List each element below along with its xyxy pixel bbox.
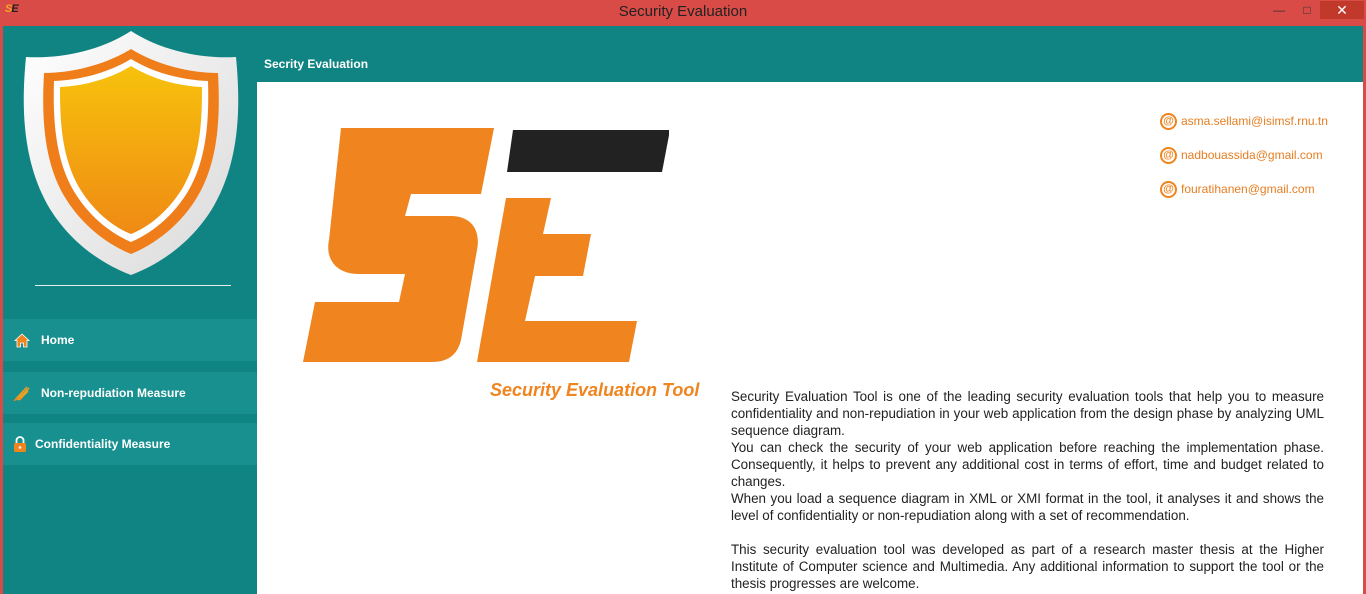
minimize-icon: — [1273,3,1285,17]
contact-email-list: @ asma.sellami@isimsf.rnu.tn @ nadbouass… [1160,104,1328,206]
main-frame: Home Non-repudiation Measure Confidentia… [3,26,1363,594]
email-address: nadbouassida@gmail.com [1181,148,1323,162]
maximize-button[interactable]: □ [1294,0,1320,20]
close-icon: ✕ [1320,1,1364,19]
header-bar: Secrity Evaluation [257,26,1363,82]
window-titlebar[interactable]: SE Security Evaluation — □ ✕ [0,0,1366,24]
page-title: Secrity Evaluation [264,57,369,71]
window-title: Security Evaluation [618,3,748,20]
email-link[interactable]: @ asma.sellami@isimsf.rnu.tn [1160,104,1328,138]
email-link[interactable]: @ nadbouassida@gmail.com [1160,138,1328,172]
sidebar-item-home[interactable]: Home [3,319,257,361]
sidebar-item-label: Home [41,333,75,347]
email-address: asma.sellami@isimsf.rnu.tn [1181,114,1328,128]
main-content: Security Evaluation Tool @ asma.sellami@… [257,82,1363,594]
sidebar-item-label: Non-repudiation Measure [41,386,186,400]
se-logo [301,126,670,366]
sidebar: Home Non-repudiation Measure Confidentia… [3,26,257,594]
email-link[interactable]: @ fouratihanen@gmail.com [1160,172,1328,206]
sidebar-divider [35,285,231,286]
at-sign-icon: @ [1160,180,1177,198]
shield-logo-icon [20,29,242,277]
tool-description: Security Evaluation Tool is one of the l… [731,388,1324,592]
logo-caption: Security Evaluation Tool [490,380,700,400]
sidebar-item-confidentiality[interactable]: Confidentiality Measure [3,423,257,465]
maximize-icon: □ [1303,3,1311,17]
description-paragraph: You can check the security of your web a… [731,440,1324,489]
sidebar-item-label: Confidentiality Measure [35,437,171,451]
minimize-button[interactable]: — [1266,0,1292,20]
at-sign-icon: @ [1160,112,1177,130]
lock-icon [11,435,29,453]
email-address: fouratihanen@gmail.com [1181,182,1315,196]
description-paragraph: This security evaluation tool was develo… [731,542,1324,591]
close-button[interactable]: ✕ [1320,0,1364,20]
at-sign-icon: @ [1160,146,1177,164]
description-paragraph: Security Evaluation Tool is one of the l… [731,389,1324,438]
sidebar-item-non-repudiation[interactable]: Non-repudiation Measure [3,372,257,414]
home-icon [13,331,31,349]
description-paragraph: When you load a sequence diagram in XML … [731,491,1324,523]
signature-icon [13,384,31,402]
